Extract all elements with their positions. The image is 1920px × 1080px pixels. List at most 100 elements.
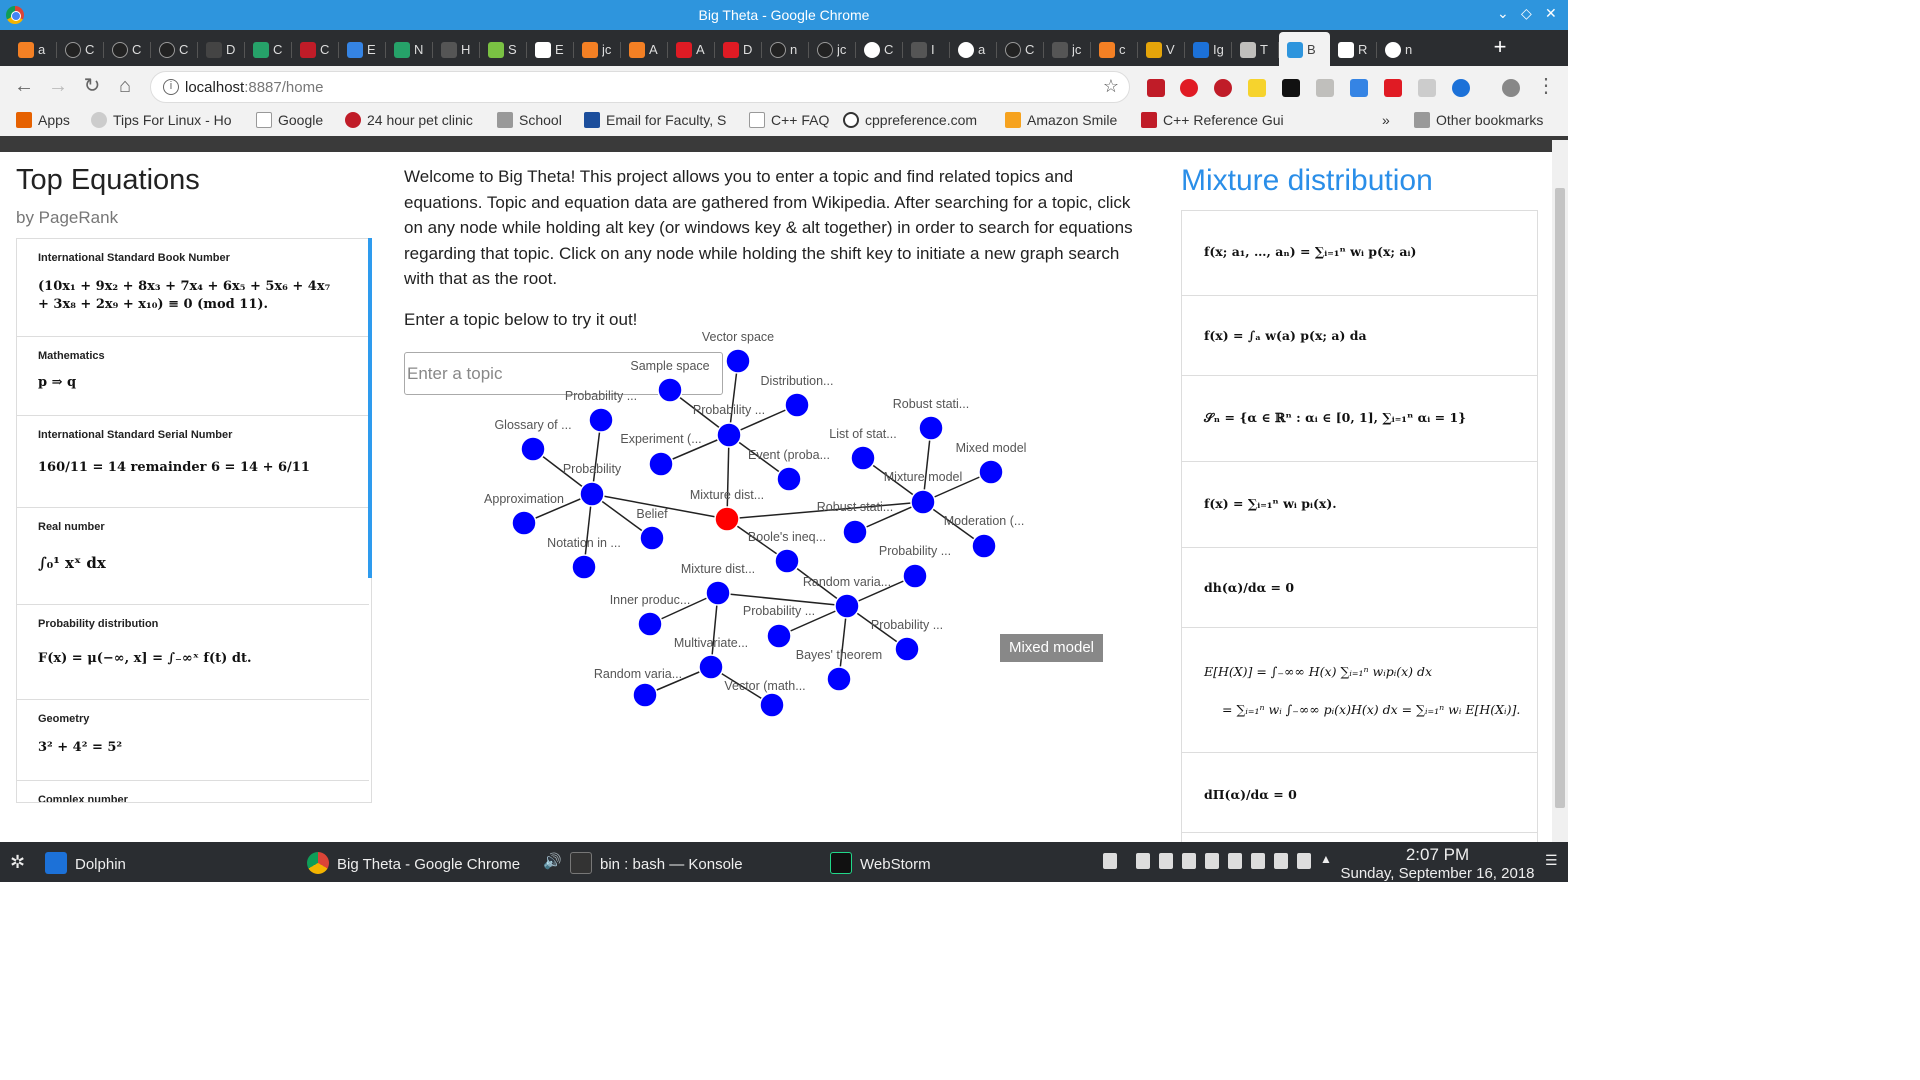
extension-icon[interactable]: [1282, 79, 1300, 97]
graph-node[interactable]: [766, 623, 792, 649]
speaker-icon[interactable]: 🔊: [543, 852, 562, 870]
tab[interactable]: Iɡ: [1185, 32, 1232, 66]
tab[interactable]: C: [57, 32, 104, 66]
tab[interactable]: C: [151, 32, 198, 66]
bookmark[interactable]: Tips For Linux - Ho: [91, 112, 232, 128]
adblock-icon[interactable]: [1214, 79, 1232, 97]
graph-node[interactable]: [784, 392, 810, 418]
page-scrollbar-thumb[interactable]: [1555, 188, 1565, 808]
page-scrollbar[interactable]: [1552, 140, 1568, 842]
extension-icon[interactable]: [1418, 79, 1436, 97]
tab[interactable]: n: [762, 32, 809, 66]
tab[interactable]: C: [104, 32, 151, 66]
graph-root-node[interactable]: [714, 506, 740, 532]
lightbulb-icon[interactable]: [1103, 853, 1117, 869]
maximize-icon[interactable]: ◇: [1521, 5, 1532, 22]
back-icon[interactable]: ←: [12, 75, 36, 99]
graph-node[interactable]: [894, 636, 920, 662]
tab[interactable]: R: [1330, 32, 1377, 66]
minimize-icon[interactable]: ⌄: [1497, 5, 1509, 22]
graph-node[interactable]: [639, 525, 665, 551]
graph-node[interactable]: [774, 548, 800, 574]
equation-item[interactable]: E[H(X)] = ∫₋∞∞ H(x) ∑ᵢ₌₁ⁿ wᵢpᵢ(x) dx = ∑…: [1182, 628, 1537, 753]
extension-icon[interactable]: [1384, 79, 1402, 97]
url-text[interactable]: localhost:8887/home: [185, 79, 323, 96]
tab[interactable]: S: [480, 32, 527, 66]
equation-item[interactable]: f(x; a₁, …, aₙ) = ∑ᵢ₌₁ⁿ wᵢ p(x; aᵢ): [1182, 211, 1537, 296]
graph-node[interactable]: [759, 692, 785, 718]
tab[interactable]: c: [1091, 32, 1138, 66]
info-icon[interactable]: i: [163, 79, 179, 95]
graph-node[interactable]: [834, 593, 860, 619]
tab[interactable]: jc: [574, 32, 621, 66]
home-icon[interactable]: ⌂: [113, 75, 137, 99]
close-icon[interactable]: ✕: [1545, 5, 1557, 22]
reload-icon[interactable]: ↻: [80, 75, 104, 99]
topic-graph[interactable]: Vector space Sample space Distribution... P…: [0, 152, 1180, 842]
tab[interactable]: n: [1377, 32, 1424, 66]
drive-icon[interactable]: [1248, 79, 1266, 97]
user-icon[interactable]: [1228, 853, 1242, 869]
equation-item[interactable]: dΠ(α)/dα = 0: [1182, 753, 1537, 833]
bookmark-star-icon[interactable]: ☆: [1103, 76, 1119, 97]
bookmark[interactable]: C++ FAQ: [749, 112, 829, 128]
bookmark[interactable]: Google: [256, 112, 323, 128]
tab[interactable]: C: [245, 32, 292, 66]
tab-active[interactable]: B: [1279, 32, 1330, 66]
taskbar-item-dolphin[interactable]: Dolphin: [45, 852, 126, 874]
clipboard-icon[interactable]: [1274, 853, 1288, 869]
equation-item[interactable]: f(x) = ∫ₐ w(a) p(x; a) da: [1182, 296, 1537, 376]
tab[interactable]: jc: [1044, 32, 1091, 66]
bluetooth-icon[interactable]: [1159, 853, 1173, 869]
other-bookmarks[interactable]: Other bookmarks: [1414, 112, 1543, 128]
taskbar-item-konsole[interactable]: bin : bash — Konsole: [570, 852, 743, 874]
bookmark-apps[interactable]: Apps: [16, 112, 70, 128]
tab[interactable]: A: [621, 32, 668, 66]
graph-node[interactable]: [520, 436, 546, 462]
bookmark[interactable]: 24 hour pet clinic: [345, 112, 473, 128]
equation-item[interactable]: f(x) = ∑ᵢ₌₁ⁿ wᵢ pᵢ(x).: [1182, 462, 1537, 548]
tab[interactable]: C: [856, 32, 903, 66]
extension-icon[interactable]: [1350, 79, 1368, 97]
app-launcher-icon[interactable]: ✲: [10, 852, 25, 873]
tab[interactable]: a: [10, 32, 57, 66]
bookmark[interactable]: Email for Faculty, S: [584, 112, 726, 128]
tab[interactable]: N: [386, 32, 433, 66]
tab[interactable]: C: [292, 32, 339, 66]
graph-node[interactable]: [705, 580, 731, 606]
network-icon[interactable]: [1205, 853, 1219, 869]
vault-icon[interactable]: [1182, 853, 1196, 869]
graph-node[interactable]: [850, 445, 876, 471]
tab[interactable]: E: [339, 32, 386, 66]
equation-item[interactable]: dh(α)/dα = 0: [1182, 548, 1537, 628]
tray-expand-icon[interactable]: ▲: [1320, 852, 1332, 866]
graph-node[interactable]: [725, 348, 751, 374]
bookmark[interactable]: cppreference.com: [843, 112, 977, 128]
clock[interactable]: 2:07 PM Sunday, September 16, 2018: [1340, 845, 1535, 882]
new-tab-button[interactable]: +: [1486, 36, 1514, 60]
graph-node[interactable]: [902, 563, 928, 589]
graph-node[interactable]: [588, 407, 614, 433]
menu-icon[interactable]: ⋮: [1534, 75, 1558, 99]
graph-node[interactable]: [511, 510, 537, 536]
bookmarks-overflow-icon[interactable]: »: [1382, 112, 1390, 128]
extension-icon[interactable]: [1147, 79, 1165, 97]
graph-node[interactable]: [971, 533, 997, 559]
usb-icon[interactable]: [1136, 853, 1150, 869]
tab[interactable]: D: [198, 32, 245, 66]
graph-node[interactable]: [842, 519, 868, 545]
extension-icon[interactable]: [1316, 79, 1334, 97]
graph-node[interactable]: [632, 682, 658, 708]
bookmark-folder[interactable]: School: [497, 112, 562, 128]
tab[interactable]: D: [715, 32, 762, 66]
graph-node[interactable]: [978, 459, 1004, 485]
taskbar-item-chrome[interactable]: Big Theta - Google Chrome: [307, 852, 520, 874]
tab[interactable]: I: [903, 32, 950, 66]
graph-node[interactable]: [637, 611, 663, 637]
graph-node[interactable]: [716, 422, 742, 448]
tab[interactable]: a: [950, 32, 997, 66]
tab[interactable]: H: [433, 32, 480, 66]
tab[interactable]: E: [527, 32, 574, 66]
tab[interactable]: C: [997, 32, 1044, 66]
graph-node[interactable]: [910, 489, 936, 515]
